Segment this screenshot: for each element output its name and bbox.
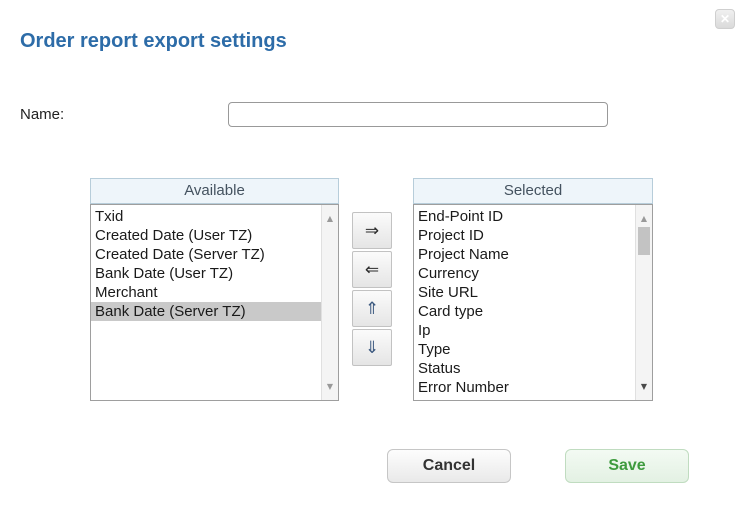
scrollbar-thumb[interactable]: [638, 227, 650, 255]
list-item[interactable]: End-Point ID: [414, 207, 635, 226]
move-up-button[interactable]: ⇑: [352, 290, 392, 327]
selected-list[interactable]: End-Point IDProject IDProject NameCurren…: [413, 204, 653, 401]
cancel-button[interactable]: Cancel: [387, 449, 511, 483]
name-input[interactable]: [228, 102, 608, 127]
available-listbox: Available TxidCreated Date (User TZ)Crea…: [90, 178, 339, 401]
available-scrollbar[interactable]: ▲ ▼: [321, 205, 338, 400]
selected-scrollbar[interactable]: ▲ ▼: [635, 205, 652, 400]
selected-list-items: End-Point IDProject IDProject NameCurren…: [414, 205, 652, 397]
list-item[interactable]: Currency: [414, 264, 635, 283]
name-label: Name:: [20, 106, 64, 123]
list-item[interactable]: Type: [414, 340, 635, 359]
list-item[interactable]: Created Date (Server TZ): [91, 245, 321, 264]
list-item[interactable]: Bank Date (User TZ): [91, 264, 321, 283]
scroll-down-icon[interactable]: ▼: [322, 382, 338, 391]
scroll-down-icon[interactable]: ▼: [636, 382, 652, 391]
scroll-up-icon[interactable]: ▲: [636, 214, 652, 223]
list-item[interactable]: Bank Date (Server TZ): [91, 302, 321, 321]
list-item[interactable]: Project Name: [414, 245, 635, 264]
list-item[interactable]: Created Date (User TZ): [91, 226, 321, 245]
list-item[interactable]: Project ID: [414, 226, 635, 245]
available-list-items: TxidCreated Date (User TZ)Created Date (…: [91, 205, 338, 321]
list-item[interactable]: Card type: [414, 302, 635, 321]
transfer-button-group: ⇒ ⇐ ⇑ ⇓: [352, 212, 392, 368]
available-list-header: Available: [90, 178, 339, 204]
list-item[interactable]: Status: [414, 359, 635, 378]
available-list[interactable]: TxidCreated Date (User TZ)Created Date (…: [90, 204, 339, 401]
list-item[interactable]: Merchant: [91, 283, 321, 302]
move-down-button[interactable]: ⇓: [352, 329, 392, 366]
save-button[interactable]: Save: [565, 449, 689, 483]
list-item[interactable]: Ip: [414, 321, 635, 340]
list-item[interactable]: Error Number: [414, 378, 635, 397]
close-icon[interactable]: ✕: [715, 9, 735, 29]
list-item[interactable]: Site URL: [414, 283, 635, 302]
list-item[interactable]: Txid: [91, 207, 321, 226]
scroll-up-icon[interactable]: ▲: [322, 214, 338, 223]
selected-listbox: Selected End-Point IDProject IDProject N…: [413, 178, 653, 401]
order-report-export-dialog: ✕ Order report export settings Name: Ava…: [0, 0, 742, 531]
dialog-title: Order report export settings: [20, 30, 287, 53]
move-right-button[interactable]: ⇒: [352, 212, 392, 249]
selected-list-header: Selected: [413, 178, 653, 204]
move-left-button[interactable]: ⇐: [352, 251, 392, 288]
